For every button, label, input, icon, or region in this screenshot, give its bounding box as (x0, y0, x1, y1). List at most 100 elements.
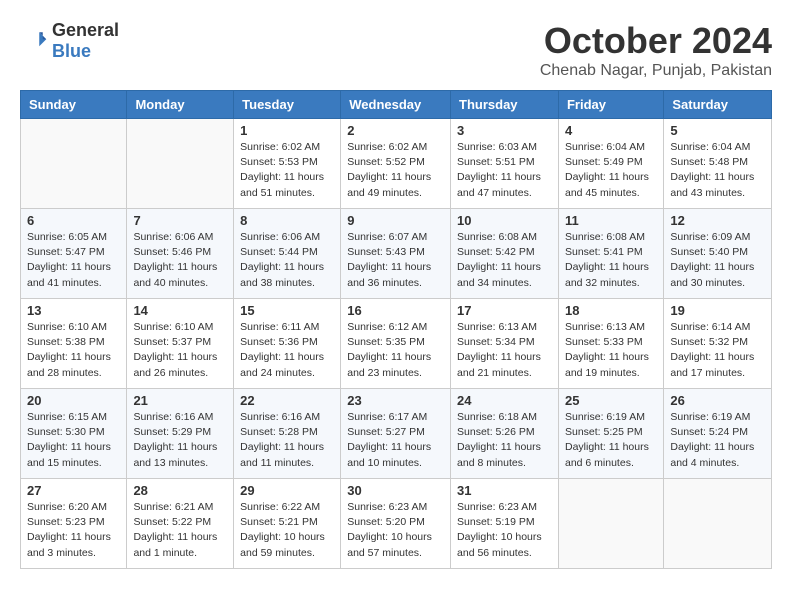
day-number: 29 (240, 483, 334, 498)
location-title: Chenab Nagar, Punjab, Pakistan (540, 62, 772, 80)
logo-general-text: General (52, 20, 119, 40)
day-number: 21 (133, 393, 227, 408)
day-cell: 31Sunrise: 6:23 AM Sunset: 5:19 PM Dayli… (451, 479, 559, 569)
day-cell: 11 Sunrise: 6:08 AM Sunset: 5:41 PM Dayli… (558, 209, 663, 299)
column-header-thursday: Thursday (451, 91, 559, 119)
day-number: 27 (27, 483, 120, 498)
day-cell: 2 Sunrise: 6:02 AM Sunset: 5:52 PM Daylig… (341, 119, 451, 209)
day-info: Sunrise: 6:06 AM Sunset: 5:46 PM Dayligh… (133, 230, 227, 291)
day-info: Sunrise: 6:10 AM Sunset: 5:38 PM Dayligh… (27, 320, 120, 381)
day-cell: 14 Sunrise: 6:10 AM Sunset: 5:37 PM Dayli… (127, 299, 234, 389)
day-info: Sunrise: 6:03 AM Sunset: 5:51 PM Dayligh… (457, 140, 552, 201)
week-row-2: 6 Sunrise: 6:05 AM Sunset: 5:47 PM Daylig… (21, 209, 772, 299)
day-info: Sunrise: 6:21 AM Sunset: 5:22 PM Dayligh… (133, 500, 227, 561)
day-info: Sunrise: 6:08 AM Sunset: 5:41 PM Dayligh… (565, 230, 657, 291)
day-info: Sunrise: 6:10 AM Sunset: 5:37 PM Dayligh… (133, 320, 227, 381)
day-cell: 1 Sunrise: 6:02 AM Sunset: 5:53 PM Daylig… (234, 119, 341, 209)
day-info: Sunrise: 6:02 AM Sunset: 5:52 PM Dayligh… (347, 140, 444, 201)
day-cell: 5Sunrise: 6:04 AM Sunset: 5:48 PM Daylig… (664, 119, 772, 209)
column-header-monday: Monday (127, 91, 234, 119)
day-cell (127, 119, 234, 209)
day-number: 3 (457, 123, 552, 138)
day-cell: 16 Sunrise: 6:12 AM Sunset: 5:35 PM Dayli… (341, 299, 451, 389)
day-number: 23 (347, 393, 444, 408)
day-info: Sunrise: 6:18 AM Sunset: 5:26 PM Dayligh… (457, 410, 552, 471)
day-cell: 15 Sunrise: 6:11 AM Sunset: 5:36 PM Dayli… (234, 299, 341, 389)
day-cell: 13Sunrise: 6:10 AM Sunset: 5:38 PM Dayli… (21, 299, 127, 389)
day-cell: 27 Sunrise: 6:20 AM Sunset: 5:23 PM Dayli… (21, 479, 127, 569)
day-number: 20 (27, 393, 120, 408)
day-info: Sunrise: 6:11 AM Sunset: 5:36 PM Dayligh… (240, 320, 334, 381)
day-info: Sunrise: 6:04 AM Sunset: 5:49 PM Dayligh… (565, 140, 657, 201)
day-info: Sunrise: 6:16 AM Sunset: 5:29 PM Dayligh… (133, 410, 227, 471)
day-cell: 6 Sunrise: 6:05 AM Sunset: 5:47 PM Daylig… (21, 209, 127, 299)
day-cell: 12 Sunrise: 6:09 AM Sunset: 5:40 PM Dayli… (664, 209, 772, 299)
logo-icon (20, 27, 48, 55)
day-info: Sunrise: 6:09 AM Sunset: 5:40 PM Dayligh… (670, 230, 765, 291)
day-cell: 10 Sunrise: 6:08 AM Sunset: 5:42 PM Dayli… (451, 209, 559, 299)
day-number: 30 (347, 483, 444, 498)
day-number: 4 (565, 123, 657, 138)
logo: General Blue (20, 20, 119, 62)
day-number: 15 (240, 303, 334, 318)
day-cell: 29 Sunrise: 6:22 AM Sunset: 5:21 PM Dayli… (234, 479, 341, 569)
day-cell: 25 Sunrise: 6:19 AM Sunset: 5:25 PM Dayli… (558, 389, 663, 479)
day-cell: 20Sunrise: 6:15 AM Sunset: 5:30 PM Dayli… (21, 389, 127, 479)
day-info: Sunrise: 6:19 AM Sunset: 5:24 PM Dayligh… (670, 410, 765, 471)
day-number: 31 (457, 483, 552, 498)
day-info: Sunrise: 6:08 AM Sunset: 5:42 PM Dayligh… (457, 230, 552, 291)
day-info: Sunrise: 6:05 AM Sunset: 5:47 PM Dayligh… (27, 230, 120, 291)
day-cell: 17 Sunrise: 6:13 AM Sunset: 5:34 PM Dayli… (451, 299, 559, 389)
day-cell: 3 Sunrise: 6:03 AM Sunset: 5:51 PM Daylig… (451, 119, 559, 209)
week-row-1: 1 Sunrise: 6:02 AM Sunset: 5:53 PM Daylig… (21, 119, 772, 209)
day-cell: 26 Sunrise: 6:19 AM Sunset: 5:24 PM Dayli… (664, 389, 772, 479)
column-header-saturday: Saturday (664, 91, 772, 119)
day-info: Sunrise: 6:13 AM Sunset: 5:33 PM Dayligh… (565, 320, 657, 381)
day-cell: 8 Sunrise: 6:06 AM Sunset: 5:44 PM Daylig… (234, 209, 341, 299)
day-number: 26 (670, 393, 765, 408)
day-cell: 22Sunrise: 6:16 AM Sunset: 5:28 PM Dayli… (234, 389, 341, 479)
day-number: 1 (240, 123, 334, 138)
day-cell (664, 479, 772, 569)
day-number: 17 (457, 303, 552, 318)
week-row-3: 13Sunrise: 6:10 AM Sunset: 5:38 PM Dayli… (21, 299, 772, 389)
day-number: 12 (670, 213, 765, 228)
day-cell: 24 Sunrise: 6:18 AM Sunset: 5:26 PM Dayli… (451, 389, 559, 479)
day-cell: 30 Sunrise: 6:23 AM Sunset: 5:20 PM Dayli… (341, 479, 451, 569)
day-number: 24 (457, 393, 552, 408)
column-header-friday: Friday (558, 91, 663, 119)
day-info: Sunrise: 6:12 AM Sunset: 5:35 PM Dayligh… (347, 320, 444, 381)
day-number: 5 (670, 123, 765, 138)
day-number: 28 (133, 483, 227, 498)
day-info: Sunrise: 6:20 AM Sunset: 5:23 PM Dayligh… (27, 500, 120, 561)
day-info: Sunrise: 6:13 AM Sunset: 5:34 PM Dayligh… (457, 320, 552, 381)
column-header-sunday: Sunday (21, 91, 127, 119)
day-number: 14 (133, 303, 227, 318)
day-number: 8 (240, 213, 334, 228)
day-info: Sunrise: 6:06 AM Sunset: 5:44 PM Dayligh… (240, 230, 334, 291)
day-cell: 28 Sunrise: 6:21 AM Sunset: 5:22 PM Dayli… (127, 479, 234, 569)
day-info: Sunrise: 6:02 AM Sunset: 5:53 PM Dayligh… (240, 140, 334, 201)
day-number: 7 (133, 213, 227, 228)
day-cell: 18 Sunrise: 6:13 AM Sunset: 5:33 PM Dayli… (558, 299, 663, 389)
day-number: 2 (347, 123, 444, 138)
day-number: 9 (347, 213, 444, 228)
day-info: Sunrise: 6:16 AM Sunset: 5:28 PM Dayligh… (240, 410, 334, 471)
week-row-4: 20Sunrise: 6:15 AM Sunset: 5:30 PM Dayli… (21, 389, 772, 479)
day-number: 11 (565, 213, 657, 228)
day-number: 6 (27, 213, 120, 228)
day-info: Sunrise: 6:22 AM Sunset: 5:21 PM Dayligh… (240, 500, 334, 561)
day-cell: 21 Sunrise: 6:16 AM Sunset: 5:29 PM Dayli… (127, 389, 234, 479)
day-number: 19 (670, 303, 765, 318)
title-section: October 2024 Chenab Nagar, Punjab, Pakis… (540, 20, 772, 80)
column-header-wednesday: Wednesday (341, 91, 451, 119)
day-info: Sunrise: 6:19 AM Sunset: 5:25 PM Dayligh… (565, 410, 657, 471)
day-number: 16 (347, 303, 444, 318)
day-cell: 9Sunrise: 6:07 AM Sunset: 5:43 PM Daylig… (341, 209, 451, 299)
day-number: 18 (565, 303, 657, 318)
day-number: 10 (457, 213, 552, 228)
logo-wordmark: General Blue (52, 20, 119, 62)
day-cell: 7 Sunrise: 6:06 AM Sunset: 5:46 PM Daylig… (127, 209, 234, 299)
day-number: 25 (565, 393, 657, 408)
day-info: Sunrise: 6:23 AM Sunset: 5:20 PM Dayligh… (347, 500, 444, 561)
